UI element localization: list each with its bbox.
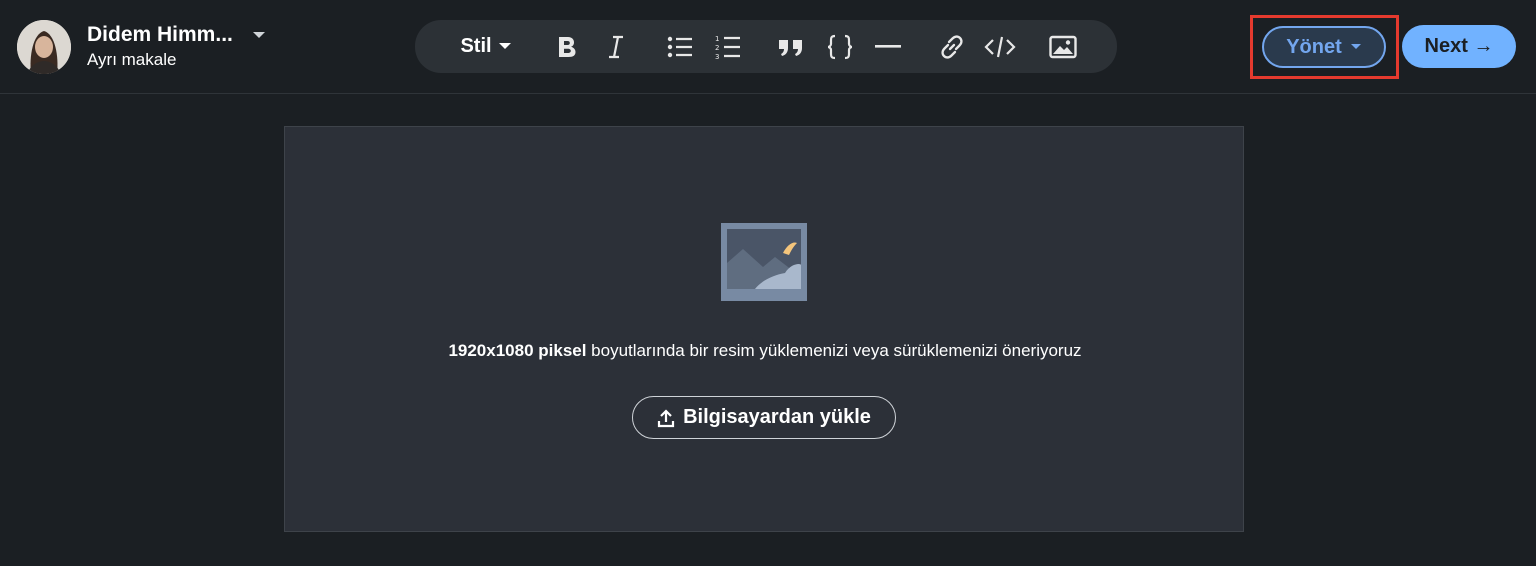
post-type-label: Ayrı makale (87, 50, 177, 69)
style-dropdown[interactable]: Stil (451, 20, 521, 73)
image-button[interactable] (1045, 20, 1081, 73)
svg-text:3: 3 (715, 53, 719, 60)
cover-image-dropzone[interactable]: 1920x1080 piksel boyutlarında bir resim … (284, 126, 1244, 532)
formatting-toolbar: Stil 1 2 3 (415, 20, 1117, 73)
code-block-button[interactable] (823, 20, 857, 73)
image-icon (1049, 35, 1077, 58)
link-icon (941, 34, 963, 59)
quote-icon (779, 39, 802, 56)
chevron-down-icon[interactable] (251, 30, 267, 40)
upload-hint-size: 1920x1080 piksel (448, 341, 587, 360)
upload-icon (657, 408, 675, 427)
upload-hint-text: boyutlarında bir resim yüklemenizi veya … (586, 341, 1082, 360)
image-placeholder-icon (721, 223, 807, 301)
svg-text:1: 1 (715, 35, 719, 43)
avatar[interactable] (17, 20, 71, 74)
italic-button[interactable] (601, 20, 631, 73)
link-button[interactable] (935, 20, 969, 73)
manage-button-label: Yönet (1286, 35, 1342, 58)
upload-from-computer-button[interactable]: Bilgisayardan yükle (632, 396, 896, 439)
bold-button[interactable] (551, 20, 583, 73)
chevron-down-icon (498, 43, 511, 49)
italic-icon (609, 35, 623, 58)
embed-button[interactable] (983, 20, 1017, 73)
manage-button[interactable]: Yönet (1262, 26, 1386, 68)
next-button-label: Next → (1424, 35, 1494, 57)
divider-button[interactable] (871, 20, 905, 73)
bulleted-list-icon (667, 36, 692, 57)
upload-hint: 1920x1080 piksel boyutlarında bir resim … (285, 341, 1245, 361)
numbered-list-button[interactable]: 1 2 3 (713, 20, 743, 73)
embed-code-icon (984, 36, 1016, 57)
quote-button[interactable] (775, 20, 807, 73)
chevron-down-icon (1350, 44, 1361, 49)
upload-button-label: Bilgisayardan yükle (683, 406, 871, 428)
editor-header: Didem Himm... Ayrı makale Stil 1 2 3 Yön… (0, 0, 1536, 94)
divider-icon (875, 44, 901, 48)
code-braces-icon (827, 34, 853, 59)
svg-text:2: 2 (715, 44, 719, 52)
bulleted-list-button[interactable] (665, 20, 695, 73)
bold-icon (559, 36, 576, 57)
style-dropdown-label: Stil (460, 35, 492, 57)
numbered-list-icon: 1 2 3 (715, 35, 740, 60)
author-name[interactable]: Didem Himm... (87, 23, 233, 47)
next-button[interactable]: Next → (1402, 25, 1516, 68)
